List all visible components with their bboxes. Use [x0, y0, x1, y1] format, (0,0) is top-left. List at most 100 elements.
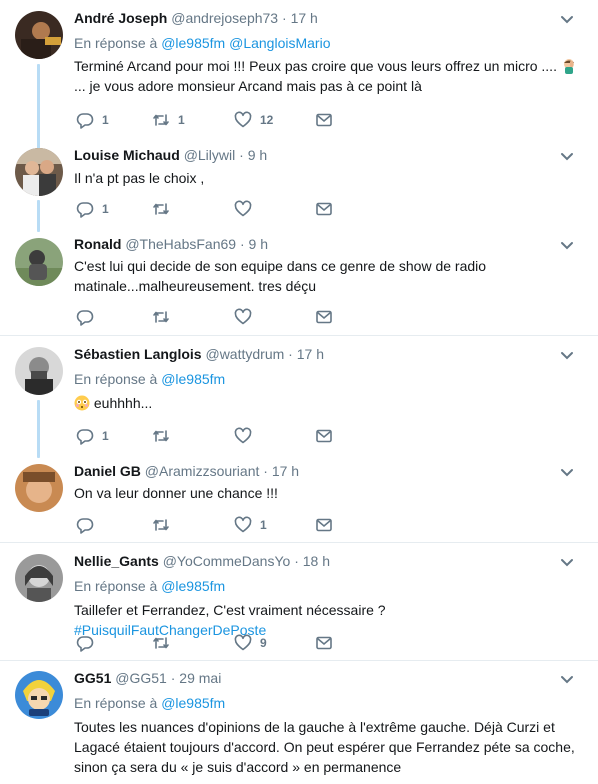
- tweet-header: GG51 @GG51 · 29 mai: [74, 670, 222, 686]
- avatar[interactable]: [15, 347, 63, 395]
- retweet-icon: [153, 114, 169, 126]
- tweet-text: C'est lui qui decide de son equipe dans …: [74, 258, 487, 294]
- reply-button[interactable]: [76, 515, 94, 535]
- retweet-icon: [153, 430, 169, 442]
- message-button[interactable]: [315, 426, 333, 446]
- reply-context: En réponse à @le985fm: [74, 578, 226, 594]
- user-handle[interactable]: @GG51: [115, 670, 167, 686]
- chevron-down-icon[interactable]: [560, 15, 574, 25]
- mention-link[interactable]: @le985fm: [161, 578, 225, 594]
- retweet-button[interactable]: [152, 307, 170, 327]
- timestamp[interactable]: 17 h: [291, 10, 318, 26]
- tweet-text: Il n'a pt pas le choix ,: [74, 170, 205, 186]
- retweet-button[interactable]: [152, 199, 170, 219]
- reply-button[interactable]: 1: [76, 426, 109, 446]
- avatar[interactable]: [15, 11, 63, 59]
- like-button[interactable]: [234, 426, 252, 446]
- avatar[interactable]: [15, 238, 63, 286]
- conversation-separator: [0, 335, 598, 336]
- tweet-header: Ronald @TheHabsFan69 · 9 h: [74, 236, 268, 252]
- chevron-down-icon[interactable]: [560, 351, 574, 361]
- tweet-actions: 1: [74, 199, 374, 219]
- chevron-down-icon[interactable]: [560, 675, 574, 685]
- like-button[interactable]: 1: [234, 515, 267, 535]
- display-name[interactable]: Louise Michaud: [74, 147, 180, 163]
- tweet-text: Terminé Arcand pour moi !!! Peux pas cro…: [74, 56, 580, 96]
- mention-link[interactable]: @LangloisMario: [229, 35, 330, 51]
- chevron-down-icon[interactable]: [560, 468, 574, 478]
- chevron-down-icon[interactable]: [560, 241, 574, 251]
- display-name[interactable]: Sébastien Langlois: [74, 346, 202, 362]
- like-button[interactable]: [234, 307, 252, 327]
- user-handle[interactable]: @Aramizzsouriant: [145, 463, 260, 479]
- retweet-button[interactable]: 1: [152, 110, 185, 130]
- tweet-text: On va leur donner une chance !!!: [74, 485, 278, 501]
- user-handle[interactable]: @YoCommeDansYo: [163, 553, 291, 569]
- display-name[interactable]: André Joseph: [74, 10, 167, 26]
- retweet-button[interactable]: [152, 426, 170, 446]
- like-button[interactable]: [234, 199, 252, 219]
- message-button[interactable]: [315, 633, 333, 653]
- reply-button[interactable]: [76, 633, 94, 653]
- mention-link[interactable]: @le985fm: [161, 695, 225, 711]
- reply-context: En réponse à @le985fm @LangloisMario: [74, 35, 331, 51]
- message-button[interactable]: [315, 110, 333, 130]
- like-button[interactable]: 9: [234, 633, 267, 653]
- message-icon: [316, 636, 332, 650]
- timestamp[interactable]: 17 h: [272, 463, 299, 479]
- mention-link[interactable]: @le985fm: [161, 35, 225, 51]
- tweet-actions: 1: [74, 515, 374, 535]
- user-handle[interactable]: @andrejoseph73: [171, 10, 278, 26]
- tweet-header: Sébastien Langlois @wattydrum · 17 h: [74, 346, 324, 362]
- like-icon: [234, 111, 252, 128]
- like-icon: [234, 634, 252, 651]
- avatar[interactable]: [15, 464, 63, 512]
- display-name[interactable]: Ronald: [74, 236, 121, 252]
- display-name[interactable]: Daniel GB: [74, 463, 141, 479]
- reply-icon: [76, 518, 94, 534]
- reply-icon: [76, 113, 94, 129]
- timestamp[interactable]: 9 h: [248, 147, 267, 163]
- tweet-header: André Joseph @andrejoseph73 · 17 h: [74, 10, 318, 26]
- timestamp[interactable]: 17 h: [297, 346, 324, 362]
- reply-icon: [76, 202, 94, 218]
- reply-context: En réponse à @le985fm: [74, 695, 226, 711]
- conversation-separator: [0, 660, 598, 661]
- reply-button[interactable]: 1: [76, 199, 109, 219]
- message-icon: [316, 202, 332, 216]
- message-button[interactable]: [315, 307, 333, 327]
- tweet-header: Daniel GB @Aramizzsouriant · 17 h: [74, 463, 300, 479]
- display-name[interactable]: Nellie_Gants: [74, 553, 159, 569]
- thread-line: [37, 400, 40, 458]
- chevron-down-icon[interactable]: [560, 152, 574, 162]
- reply-icon: [76, 429, 94, 445]
- like-button[interactable]: 12: [234, 110, 273, 130]
- message-button[interactable]: [315, 515, 333, 535]
- display-name[interactable]: GG51: [74, 670, 111, 686]
- timestamp[interactable]: 29 mai: [179, 670, 221, 686]
- message-button[interactable]: [315, 199, 333, 219]
- user-handle[interactable]: @TheHabsFan69: [125, 236, 236, 252]
- avatar[interactable]: [15, 148, 63, 196]
- tweet-text: Toutes les nuances d'opinions de la gauc…: [74, 719, 575, 775]
- retweet-icon: [153, 311, 169, 323]
- user-handle[interactable]: @Lilywil: [184, 147, 236, 163]
- timestamp[interactable]: 18 h: [303, 553, 330, 569]
- avatar[interactable]: [15, 671, 63, 719]
- message-icon: [316, 429, 332, 443]
- retweet-icon: [153, 637, 169, 649]
- message-icon: [316, 310, 332, 324]
- reply-context: En réponse à @le985fm: [74, 371, 226, 387]
- reply-button[interactable]: [76, 307, 94, 327]
- avatar[interactable]: [15, 554, 63, 602]
- retweet-button[interactable]: [152, 633, 170, 653]
- chevron-down-icon[interactable]: [560, 558, 574, 568]
- thread-line: [37, 200, 40, 232]
- mention-link[interactable]: @le985fm: [161, 371, 225, 387]
- user-handle[interactable]: @wattydrum: [205, 346, 284, 362]
- retweet-icon: [153, 203, 169, 215]
- thread-line: [37, 64, 40, 149]
- timestamp[interactable]: 9 h: [249, 236, 268, 252]
- reply-button[interactable]: 1: [76, 110, 109, 130]
- retweet-button[interactable]: [152, 515, 170, 535]
